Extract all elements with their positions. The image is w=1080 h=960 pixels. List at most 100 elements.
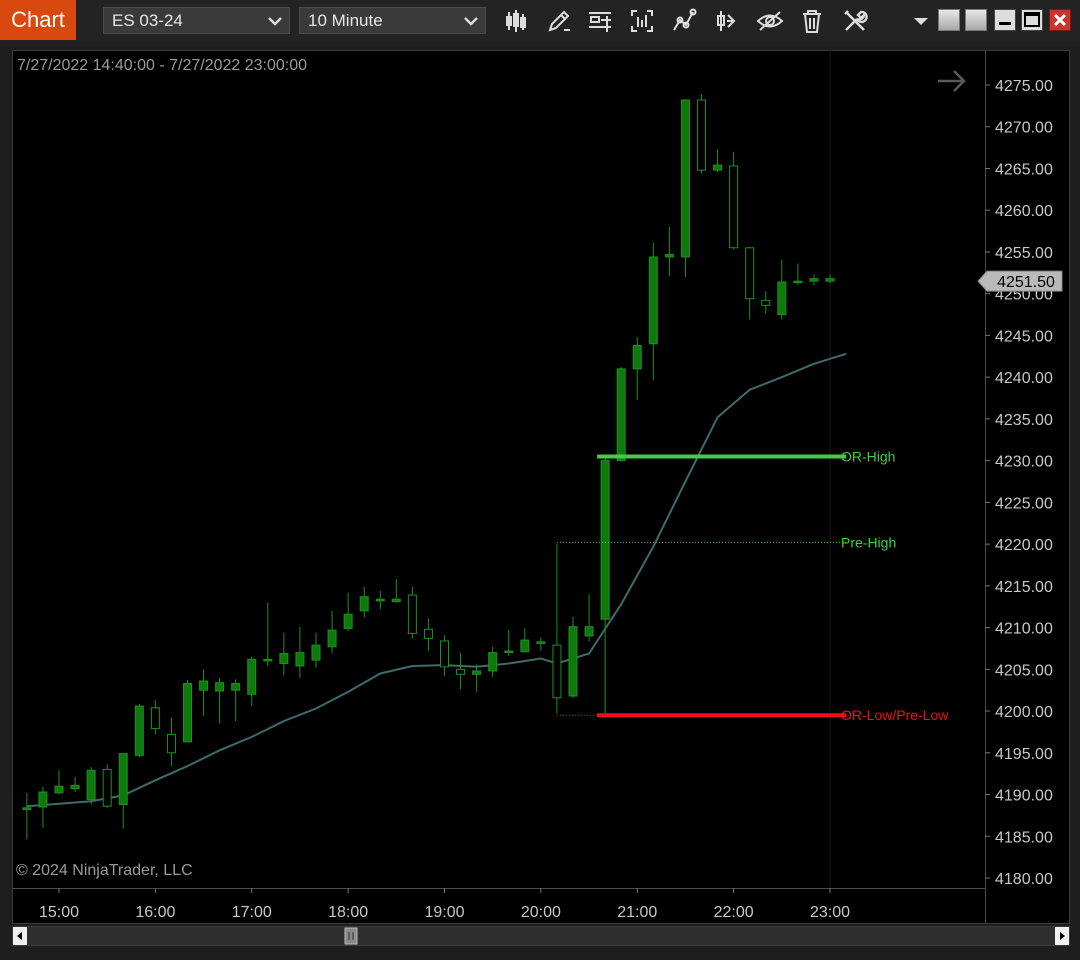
- candle-body: [231, 683, 241, 691]
- instrument-selector[interactable]: ES 03-24: [103, 7, 290, 34]
- candle: [86, 766, 96, 805]
- instrument-value: ES 03-24: [112, 10, 183, 30]
- x-tick-label: 17:00: [232, 904, 272, 921]
- scroll-right-icon[interactable]: [938, 70, 966, 92]
- horizontal-scrollbar[interactable]: [12, 926, 1070, 946]
- y-tick-label: 4265.00: [995, 161, 1053, 178]
- candle-body: [70, 784, 80, 790]
- tile-icon[interactable]: [938, 9, 960, 31]
- dropdown-arrow-icon[interactable]: [906, 6, 936, 36]
- x-tick-label: 20:00: [521, 904, 561, 921]
- remove-drawings-icon[interactable]: [797, 6, 827, 36]
- candle-body: [359, 596, 369, 612]
- y-tick-label: 4195.00: [995, 746, 1053, 763]
- chevron-down-icon: [464, 17, 478, 26]
- y-tick-label: 4215.00: [995, 579, 1053, 596]
- y-tick-label: 4270.00: [995, 120, 1053, 137]
- candle-body: [504, 650, 514, 654]
- moving-average: [26, 352, 847, 808]
- current-price-marker: 4251.50: [977, 270, 1063, 292]
- candle-body: [713, 164, 723, 171]
- interval-selector[interactable]: 10 Minute: [299, 7, 486, 34]
- scroll-thumb[interactable]: [344, 927, 358, 945]
- candle-body: [520, 639, 530, 653]
- tile2-icon[interactable]: [965, 9, 987, 31]
- candle: [118, 752, 128, 829]
- moving-average-line: [26, 352, 847, 808]
- candle: [745, 246, 755, 320]
- candle: [359, 586, 369, 618]
- data-box-icon[interactable]: [627, 6, 657, 36]
- candle: [600, 455, 610, 715]
- level-label: OR-Low/Pre-Low: [841, 707, 949, 723]
- candle: [54, 770, 64, 795]
- candle-body: [664, 253, 674, 258]
- y-tick-label: 4185.00: [995, 829, 1053, 846]
- candle-body: [761, 299, 771, 306]
- level-label: Pre-High: [841, 534, 896, 550]
- candle-body: [375, 598, 385, 602]
- draw-pencil-icon[interactable]: [544, 6, 574, 36]
- candle-body: [183, 683, 192, 743]
- properties-icon[interactable]: [585, 6, 615, 36]
- maximize-icon[interactable]: [1021, 9, 1043, 31]
- scroll-right-arrow-icon[interactable]: [1055, 927, 1069, 945]
- candle: [375, 590, 385, 610]
- strategies-icon[interactable]: [711, 6, 741, 36]
- candle: [231, 679, 241, 722]
- candle-body: [729, 165, 739, 249]
- candle-body: [295, 652, 305, 667]
- close-icon[interactable]: [1049, 9, 1071, 31]
- candle-body: [327, 629, 337, 648]
- candle: [504, 630, 514, 656]
- candle-body: [279, 652, 289, 664]
- candle: [664, 226, 674, 277]
- x-tick-label: 18:00: [328, 904, 368, 921]
- price-chart[interactable]: OR-HighPre-HighOR-Low/Pre-Low 4180.00418…: [12, 50, 1070, 924]
- candle: [150, 700, 160, 735]
- candle-body: [568, 626, 578, 697]
- y-tick-label: 4200.00: [995, 704, 1053, 721]
- candle-body: [263, 658, 273, 662]
- y-tick-label: 4190.00: [995, 788, 1053, 805]
- scroll-left-icon[interactable]: [13, 927, 27, 945]
- candle: [536, 637, 546, 651]
- candle: [215, 677, 225, 724]
- y-tick-label: 4230.00: [995, 454, 1053, 471]
- candle: [199, 669, 209, 717]
- chart-toolbar: Chart ES 03-24 10 Minute: [0, 0, 1080, 42]
- candle: [70, 776, 80, 793]
- price-levels: OR-High Pre-High OR-Low/Pre-Low: [556, 448, 949, 723]
- candle-body: [166, 733, 176, 754]
- indicators-icon[interactable]: [669, 6, 699, 36]
- candle: [22, 792, 32, 840]
- x-tick-label: 21:00: [617, 904, 657, 921]
- candle-body: [488, 652, 498, 672]
- candle: [391, 579, 401, 603]
- hide-drawings-icon[interactable]: [755, 6, 785, 36]
- candle: [311, 632, 321, 668]
- candles: [22, 94, 835, 840]
- candle-body: [199, 680, 209, 691]
- candle: [183, 680, 192, 743]
- candle-body: [680, 99, 690, 258]
- candle: [697, 94, 706, 174]
- chart-tab[interactable]: Chart: [0, 0, 76, 40]
- minimize-icon[interactable]: [994, 9, 1016, 31]
- candle: [680, 99, 690, 277]
- y-tick-label: 4180.00: [995, 871, 1053, 888]
- candle: [632, 337, 642, 400]
- candle: [616, 367, 626, 462]
- candle: [793, 263, 803, 285]
- interval-value: 10 Minute: [308, 10, 383, 30]
- candle-body: [616, 368, 626, 462]
- candle-body: [745, 247, 755, 300]
- candle: [520, 628, 530, 653]
- y-tick-label: 4240.00: [995, 370, 1053, 387]
- candle-body: [423, 628, 433, 639]
- x-tick-label: 22:00: [714, 904, 754, 921]
- bar-type-icon[interactable]: [502, 6, 532, 36]
- y-tick-label: 4275.00: [995, 78, 1053, 95]
- axes: 4180.00 4185.00 4190.00 4195.00 4200.00 4205.…: [12, 50, 1063, 924]
- tools-icon[interactable]: [840, 6, 870, 36]
